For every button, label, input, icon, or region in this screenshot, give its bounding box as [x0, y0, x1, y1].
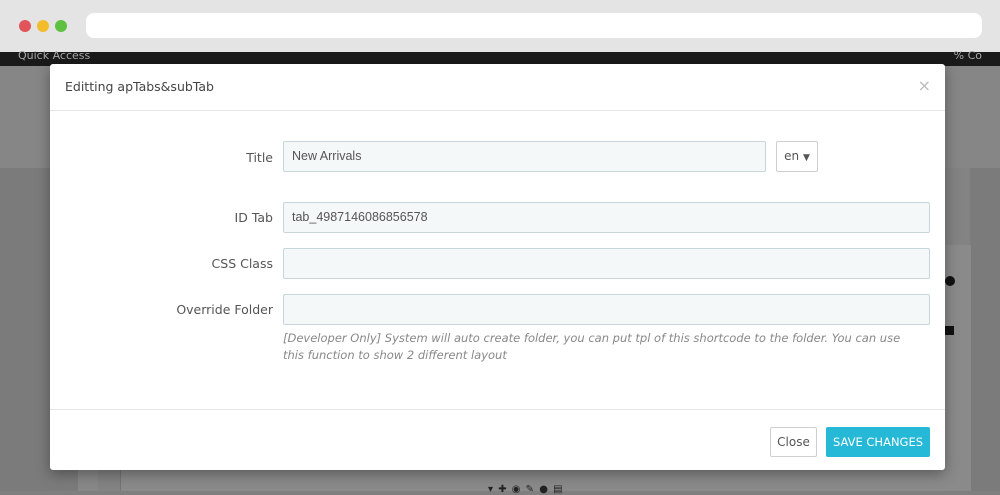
language-dropdown[interactable]: en ▼ — [776, 141, 818, 172]
language-value: en — [784, 149, 800, 163]
modal-footer: Close SAVE CHANGES — [50, 409, 945, 471]
caret-down-icon: ▼ — [802, 153, 810, 163]
background-arrow-icon — [945, 276, 955, 286]
override-folder-input[interactable] — [283, 294, 930, 325]
id-tab-input[interactable]: tab_4987146086856578 — [283, 202, 930, 233]
id-tab-label: ID Tab — [234, 210, 273, 225]
override-folder-label: Override Folder — [176, 302, 273, 317]
modal-header: Editting apTabs&subTab × — [50, 64, 945, 111]
title-input[interactable]: New Arrivals — [283, 141, 766, 172]
close-button[interactable]: Close — [770, 427, 817, 457]
css-class-input[interactable] — [283, 248, 930, 279]
address-bar[interactable] — [86, 13, 982, 38]
quick-access-menu: Quick Access — [18, 49, 91, 62]
save-changes-button[interactable]: SAVE CHANGES — [826, 427, 930, 457]
topbar-right-text: % Co — [953, 49, 982, 62]
close-window-dot-icon[interactable] — [19, 20, 31, 32]
minimize-window-dot-icon[interactable] — [37, 20, 49, 32]
browser-titlebar — [0, 0, 1000, 52]
background-square-icon — [945, 326, 954, 335]
title-label: Title — [246, 150, 273, 165]
edit-tab-modal: Editting apTabs&subTab × Title New Arriv… — [50, 64, 945, 470]
maximize-window-dot-icon[interactable] — [55, 20, 67, 32]
background-toolbar-icons: ▾ ✚ ◉ ✎ ● ▤ — [488, 484, 564, 495]
modal-title: Editting apTabs&subTab — [65, 79, 214, 94]
override-folder-help-text: [Developer Only] System will auto create… — [283, 331, 901, 362]
close-icon[interactable]: × — [918, 76, 931, 95]
css-class-label: CSS Class — [211, 256, 273, 271]
